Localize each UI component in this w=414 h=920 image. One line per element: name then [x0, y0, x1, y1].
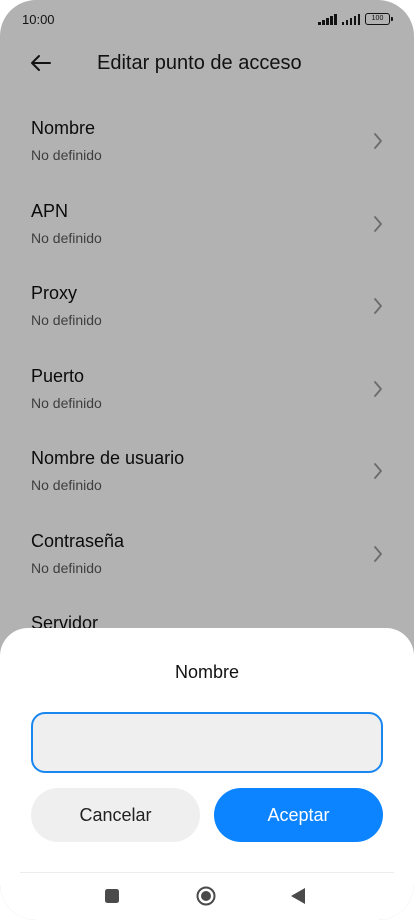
recent-apps-button[interactable] [100, 884, 124, 908]
accept-button[interactable]: Aceptar [214, 788, 383, 842]
home-button[interactable] [194, 884, 218, 908]
cancel-button[interactable]: Cancelar [31, 788, 200, 842]
screen: 10:00 100 Editar punto de acceso Nombre … [0, 0, 414, 920]
home-icon [196, 886, 216, 906]
recent-apps-icon [105, 889, 119, 903]
back-icon [291, 888, 305, 904]
nav-back-button[interactable] [286, 884, 310, 908]
dialog-title: Nombre [174, 662, 240, 682]
navigation-bar [0, 872, 414, 920]
name-input[interactable] [31, 712, 383, 773]
